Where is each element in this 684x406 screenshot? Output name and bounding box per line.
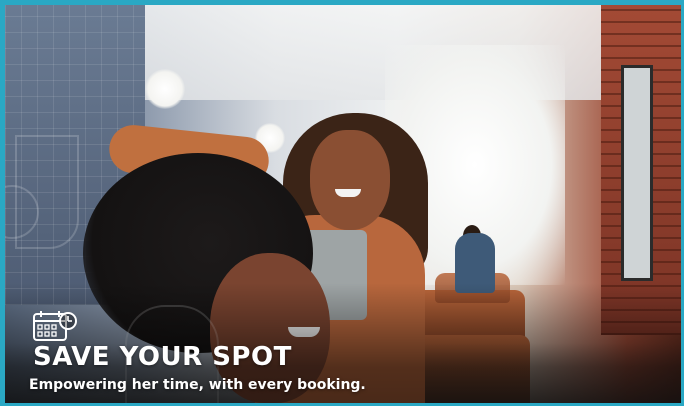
banner-headline: SAVE YOUR SPOT	[33, 342, 292, 372]
calendar-clock-icon	[33, 311, 77, 341]
banner-subheadline: Empowering her time, with every booking.	[29, 377, 366, 393]
booking-banner[interactable]: SAVE YOUR SPOT Empowering her time, with…	[0, 0, 684, 406]
